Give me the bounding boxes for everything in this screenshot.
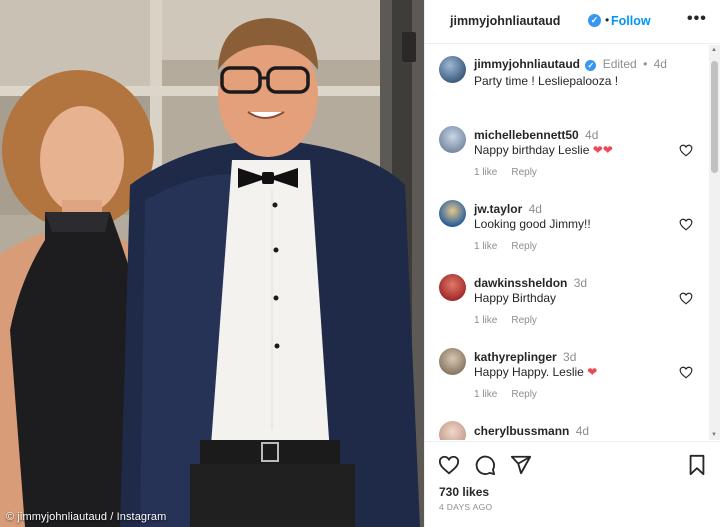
avatar[interactable] bbox=[439, 200, 466, 227]
comment-header: cherylbussmann 4d bbox=[474, 424, 589, 438]
share-icon[interactable] bbox=[510, 454, 532, 476]
verified-badge-icon: ✓ bbox=[588, 14, 601, 27]
post-side-panel: jimmyjohnliautaud ✓ • Follow ••• jimmyjo… bbox=[424, 0, 720, 527]
comment-time: 4d bbox=[528, 202, 542, 216]
comment-text-body: Nappy birthday Leslie bbox=[474, 143, 590, 157]
comment-text: Happy Happy. Leslie ❤ bbox=[474, 365, 597, 379]
comment-meta: 1 like Reply bbox=[474, 167, 551, 178]
comment-time: 4d bbox=[585, 128, 599, 142]
header-separator: • bbox=[605, 13, 610, 27]
avatar[interactable] bbox=[439, 348, 466, 375]
author-username[interactable]: jimmyjohnliautaud bbox=[450, 14, 560, 28]
comment-username[interactable]: kathyreplinger bbox=[474, 350, 557, 364]
caption-time: 4d bbox=[653, 57, 667, 71]
comment-likes[interactable]: 1 like bbox=[474, 241, 497, 252]
scrollbar-thumb[interactable] bbox=[711, 61, 718, 173]
comment-text-body: Happy Happy. Leslie bbox=[474, 365, 584, 379]
avatar[interactable] bbox=[439, 126, 466, 153]
follow-button[interactable]: Follow bbox=[611, 14, 651, 28]
comment-item: michellebennett50 4d Nappy birthday Lesl… bbox=[425, 125, 710, 185]
comment-time: 4d bbox=[575, 424, 590, 438]
reply-button[interactable]: Reply bbox=[511, 315, 537, 326]
caption-username[interactable]: jimmyjohnliautaud bbox=[474, 57, 580, 71]
comment-header: kathyreplinger 3d bbox=[474, 350, 576, 364]
comment-item: jw.taylor 4d Looking good Jimmy!! 1 like… bbox=[425, 199, 710, 259]
more-options-icon[interactable]: ••• bbox=[687, 10, 707, 28]
verified-badge-icon: ✓ bbox=[585, 60, 597, 71]
comment-header: jw.taylor 4d bbox=[474, 202, 542, 216]
avatar[interactable] bbox=[439, 274, 466, 301]
comment-meta: 1 like Reply bbox=[474, 389, 551, 400]
comment-text: Looking good Jimmy!! bbox=[474, 217, 591, 231]
likes-count[interactable]: 730 likes bbox=[439, 485, 489, 499]
photo-illustration bbox=[0, 0, 424, 527]
comment-text: Happy Birthday bbox=[474, 291, 557, 305]
post-actions: 730 likes 4 DAYS AGO bbox=[425, 441, 720, 527]
comments-list[interactable]: jimmyjohnliautaud ✓ Edited • 4d Party ti… bbox=[425, 45, 720, 440]
reply-button[interactable]: Reply bbox=[511, 389, 537, 400]
caption: jimmyjohnliautaud ✓ Edited • 4d Party ti… bbox=[425, 53, 710, 93]
comment-username[interactable]: dawkinssheldon bbox=[474, 276, 567, 290]
comment-item: kathyreplinger 3d Happy Happy. Leslie ❤ … bbox=[425, 347, 710, 407]
comment-likes[interactable]: 1 like bbox=[474, 167, 497, 178]
comments-scrollbar[interactable]: ▲ ▼ bbox=[709, 45, 720, 440]
comment-header: michellebennett50 4d bbox=[474, 128, 598, 142]
comment-likes[interactable]: 1 like bbox=[474, 389, 497, 400]
like-heart-icon[interactable] bbox=[679, 366, 693, 379]
comment-header: dawkinssheldon 3d bbox=[474, 276, 587, 290]
heart-emoji: ❤ bbox=[587, 365, 598, 379]
comment-time: 3d bbox=[563, 350, 577, 364]
comment-icon[interactable] bbox=[474, 454, 496, 476]
comment-username[interactable]: jw.taylor bbox=[474, 202, 522, 216]
caption-header: jimmyjohnliautaud ✓ Edited • 4d bbox=[474, 57, 667, 71]
caption-separator: • bbox=[643, 57, 648, 71]
photo-credit: © jimmyjohnliautaud / Instagram bbox=[6, 511, 167, 523]
reply-button[interactable]: Reply bbox=[511, 241, 537, 252]
like-icon[interactable] bbox=[438, 454, 460, 476]
comment-meta: 1 like Reply bbox=[474, 315, 551, 326]
comment-meta: 1 like Reply bbox=[474, 241, 551, 252]
comment-item: dawkinssheldon 3d Happy Birthday 1 like R… bbox=[425, 273, 710, 333]
comment-text: Nappy birthday Leslie ❤❤ bbox=[474, 143, 613, 157]
like-heart-icon[interactable] bbox=[679, 144, 693, 157]
comment-time: 3d bbox=[573, 276, 588, 290]
post-header: jimmyjohnliautaud ✓ • Follow ••• bbox=[425, 0, 720, 44]
comment-username[interactable]: cherylbussmann bbox=[474, 424, 569, 438]
save-bookmark-icon[interactable] bbox=[686, 454, 708, 476]
caption-text: Party time ! Lesliepalooza ! bbox=[474, 74, 619, 88]
comment-item: cherylbussmann 4d bbox=[425, 421, 710, 440]
comment-likes[interactable]: 1 like bbox=[474, 315, 497, 326]
edited-label: Edited bbox=[602, 57, 637, 71]
scroll-up-arrow-icon[interactable]: ▲ bbox=[711, 47, 717, 53]
reply-button[interactable]: Reply bbox=[511, 167, 537, 178]
post-timestamp: 4 DAYS AGO bbox=[439, 502, 493, 512]
comment-username[interactable]: michellebennett50 bbox=[474, 128, 579, 142]
post-photo: © jimmyjohnliautaud / Instagram bbox=[0, 0, 424, 527]
scroll-down-arrow-icon[interactable]: ▼ bbox=[711, 432, 717, 438]
like-heart-icon[interactable] bbox=[679, 292, 693, 305]
avatar[interactable] bbox=[439, 421, 466, 440]
heart-emoji: ❤❤ bbox=[592, 143, 613, 157]
like-heart-icon[interactable] bbox=[679, 218, 693, 231]
avatar[interactable] bbox=[439, 56, 466, 83]
